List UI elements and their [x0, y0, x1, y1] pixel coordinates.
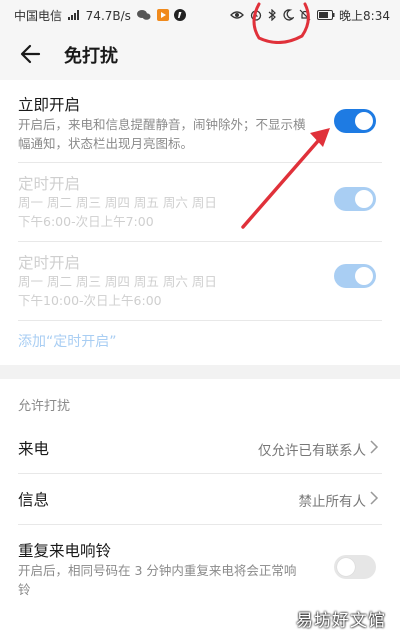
immediate-description: 开启后，来电和信息提醒静音，闹钟除外；不显示横幅通知，状态栏出现月亮图标。	[18, 117, 306, 151]
calls-label: 来电	[18, 440, 50, 458]
messages-row[interactable]: 信息 禁止所有人	[0, 474, 400, 522]
repeat-calls-toggle[interactable]	[334, 555, 376, 579]
schedule-2-days: 周一 周二 周三 周四 周五 周六 周日	[18, 274, 217, 289]
schedule-1-days: 周一 周二 周三 周四 周五 周六 周日	[18, 195, 217, 210]
chevron-right-icon	[370, 440, 379, 454]
app-bar: 免打扰	[0, 28, 400, 80]
calls-value: 仅允许已有联系人	[258, 443, 366, 459]
watermark: 易坊好文馆	[296, 611, 386, 631]
back-button[interactable]	[18, 40, 46, 68]
schedule-1-toggle[interactable]	[334, 187, 376, 211]
app-notification-icon	[156, 9, 169, 24]
immediate-row[interactable]: 立即开启 开启后，来电和信息提醒静音，闹钟除外；不显示横幅通知，状态栏出现月亮图…	[0, 80, 400, 162]
schedule-row-2[interactable]: 定时开启 周一 周二 周三 周四 周五 周六 周日 下午10:00-次日上午6:…	[0, 242, 400, 320]
annotation-circle	[252, 2, 310, 44]
toggle-knob	[355, 190, 373, 208]
divider	[18, 320, 382, 321]
eye-icon	[230, 10, 244, 23]
toggle-knob	[355, 267, 373, 285]
page-title: 免打扰	[64, 46, 118, 67]
battery-icon	[317, 10, 335, 23]
repeat-calls-row[interactable]: 重复来电响铃 开启后，相同号码在 3 分钟内重复来电将会正常响铃	[0, 525, 400, 605]
schedule-2-time: 下午10:00-次日上午6:00	[18, 293, 162, 308]
schedule-2-toggle[interactable]	[334, 264, 376, 288]
toggle-knob	[337, 558, 355, 576]
add-schedule-link[interactable]: 添加“定时开启”	[18, 331, 117, 351]
schedule-row-1[interactable]: 定时开启 周一 周二 周三 周四 周五 周六 周日 下午6:00-次日上午7:0…	[0, 163, 400, 241]
status-bar-left: 中国电信 74.7B/s	[14, 7, 187, 24]
back-arrow-icon	[20, 44, 41, 64]
carrier-label: 中国电信	[14, 9, 63, 23]
notification-app-icon	[174, 9, 187, 24]
schedule-1-title: 定时开启	[18, 175, 81, 193]
wechat-icon	[136, 9, 151, 24]
status-time: 晚上8:34	[339, 9, 390, 23]
schedule-1-time: 下午6:00-次日上午7:00	[18, 214, 154, 229]
dnd-schedule-section: 立即开启 开启后，来电和信息提醒静音，闹钟除外；不显示横幅通知，状态栏出现月亮图…	[0, 80, 400, 365]
allow-interruptions-section: 允许打扰 来电 仅允许已有联系人 信息 禁止所有人 重复来电响铃 开启后，相同号…	[0, 379, 400, 639]
repeat-calls-label: 重复来电响铃	[18, 542, 112, 560]
messages-value: 禁止所有人	[298, 494, 367, 510]
calls-row[interactable]: 来电 仅允许已有联系人	[0, 423, 400, 471]
repeat-calls-description: 开启后，相同号码在 3 分钟内重复来电将会正常响铃	[18, 563, 297, 597]
status-bar: 中国电信 74.7B/s 晚上8:34	[0, 0, 400, 28]
toggle-knob	[355, 112, 373, 130]
section-gap	[0, 365, 400, 379]
schedule-2-title: 定时开启	[18, 254, 81, 272]
immediate-toggle[interactable]	[334, 109, 376, 133]
immediate-title: 立即开启	[18, 96, 81, 114]
messages-label: 信息	[18, 491, 50, 509]
signal-icon	[67, 10, 82, 23]
network-speed: 74.7B/s	[85, 9, 131, 23]
chevron-right-icon	[370, 491, 379, 505]
section-header: 允许打扰	[18, 399, 71, 414]
